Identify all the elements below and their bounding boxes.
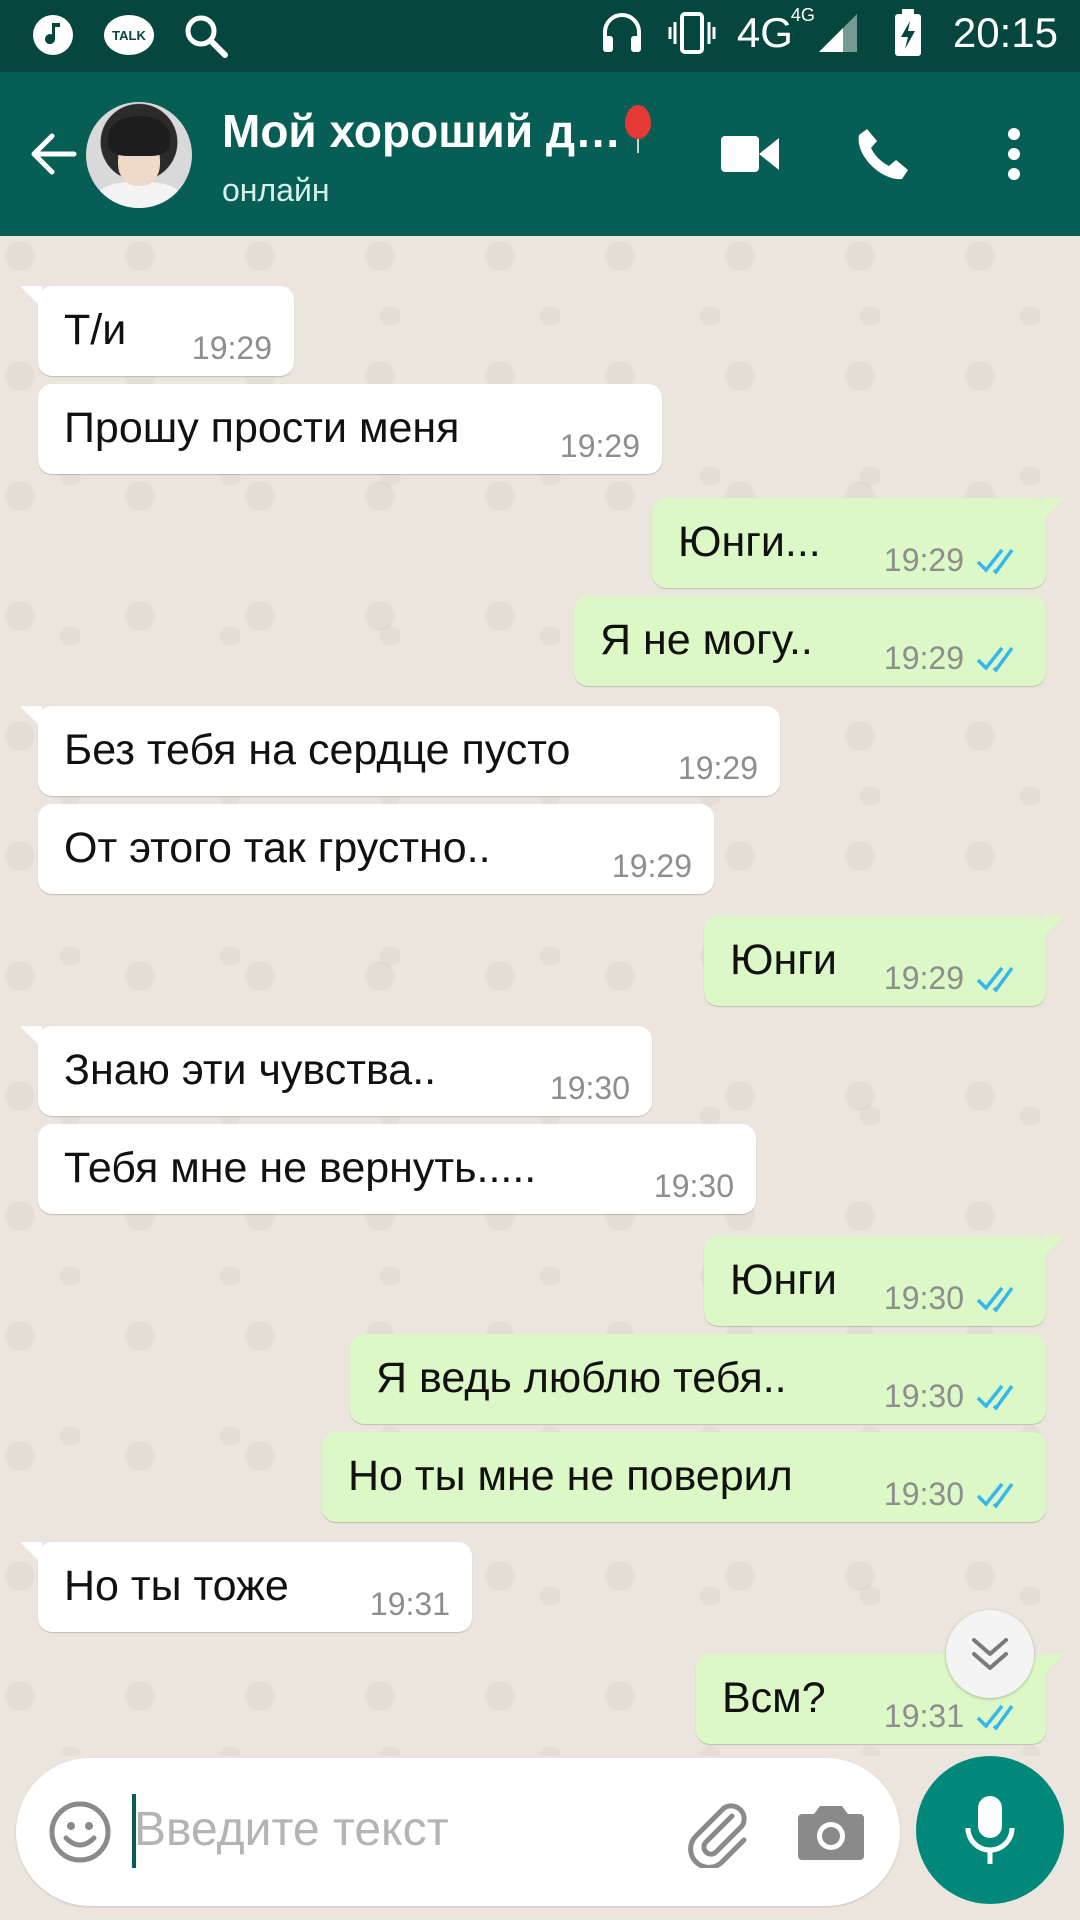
message-text: Я ведь люблю тебя.. [376,1354,787,1402]
message-text: Прошу прости меня [64,404,460,452]
message-text: Юнги... [678,518,821,566]
message-composer: Введите текст [16,1758,900,1906]
signal-icon [813,8,863,58]
message-time: 19:29 [559,428,640,464]
message-time: 19:31 [883,1698,964,1734]
message-outgoing[interactable]: Но ты мне не поверил 19:30 [322,1432,1046,1522]
message-list[interactable]: Т/и 19:29 Прошу прости меня 19:29 Юнги..… [0,236,1080,1756]
message-incoming[interactable]: От этого так грустно.. 19:29 [38,804,714,894]
status-bar: TALK 4G 4G 20:15 [0,0,1080,72]
message-outgoing[interactable]: Я не могу.. 19:29 [574,596,1046,686]
read-ticks-icon [976,1482,1014,1509]
read-ticks-icon [976,646,1014,673]
contact-name-row[interactable]: Мой хороший д… [222,104,652,158]
mic-icon [965,1796,1015,1864]
network-label: 4G [736,9,793,56]
message-time: 19:29 [883,960,964,996]
message-incoming[interactable]: Т/и 19:29 [20,286,294,376]
message-incoming[interactable]: Но ты тоже 19:31 [20,1542,472,1632]
message-text: Юнги [730,1256,837,1304]
read-ticks-icon [976,1286,1014,1313]
read-ticks-icon [976,966,1014,993]
message-text: Тебя мне не вернуть..... [64,1144,537,1192]
search-icon [180,10,230,60]
headphones-icon [597,8,647,58]
avatar[interactable] [86,102,192,208]
scroll-to-bottom-button[interactable] [946,1610,1034,1698]
message-text: Но ты мне не поверил [348,1452,793,1500]
chat-header: Мой хороший д… онлайн [0,72,1080,236]
message-text: Я не могу.. [600,616,813,664]
talk-label: TALK [104,15,154,55]
message-incoming[interactable]: Тебя мне не вернуть..... 19:30 [38,1124,756,1214]
phone-icon[interactable] [846,118,918,190]
message-text: Т/и [64,306,127,354]
mic-button[interactable] [916,1756,1064,1904]
music-note-icon [28,10,78,60]
status-time: 20:15 [952,9,1058,56]
emoji-icon[interactable] [48,1800,112,1864]
message-incoming[interactable]: Прошу прости меня 19:29 [38,384,662,474]
read-ticks-icon [976,548,1014,575]
message-input[interactable]: Введите текст [134,1802,449,1857]
attach-icon[interactable] [682,1798,752,1868]
message-text: Знаю эти чувства.. [64,1046,437,1094]
message-time: 19:29 [883,542,964,578]
message-time: 19:30 [883,1378,964,1414]
talk-icon: TALK [104,10,154,60]
message-text: От этого так грустно.. [64,824,491,872]
back-arrow-icon[interactable] [26,126,82,182]
contact-name: Мой хороший д… [222,105,622,157]
network-sup-label: 4G [790,5,815,25]
chevron-down-icon [972,1638,1008,1670]
message-outgoing[interactable]: Юнги... 19:29 [652,498,1064,588]
message-text: Юнги [730,936,837,984]
message-time: 19:30 [653,1168,734,1204]
message-text: Но ты тоже [64,1562,289,1610]
vibrate-icon [667,8,717,58]
message-time: 19:31 [369,1586,450,1622]
message-text: Без тебя на сердце пусто [64,726,571,774]
camera-icon[interactable] [798,1800,864,1864]
message-time: 19:30 [883,1476,964,1512]
video-call-icon[interactable] [714,118,786,190]
message-time: 19:30 [883,1280,964,1316]
message-incoming[interactable]: Без тебя на сердце пусто 19:29 [20,706,780,796]
message-incoming[interactable]: Знаю эти чувства.. 19:30 [20,1026,652,1116]
message-time: 19:29 [883,640,964,676]
network-type: 4G 4G [736,5,815,57]
message-text: Всм? [722,1674,826,1722]
message-time: 19:30 [549,1070,630,1106]
message-outgoing[interactable]: Юнги 19:29 [704,916,1064,1006]
message-time: 19:29 [677,750,758,786]
read-ticks-icon [976,1704,1014,1731]
contact-status: онлайн [222,172,330,208]
more-vertical-icon[interactable] [978,118,1050,190]
read-ticks-icon [976,1384,1014,1411]
message-time: 19:29 [611,848,692,884]
message-outgoing[interactable]: Я ведь люблю тебя.. 19:30 [350,1334,1046,1424]
battery-charging-icon [883,8,933,58]
balloon-emoji-icon [625,105,652,153]
message-outgoing[interactable]: Юнги 19:30 [704,1236,1064,1326]
message-time: 19:29 [191,330,272,366]
